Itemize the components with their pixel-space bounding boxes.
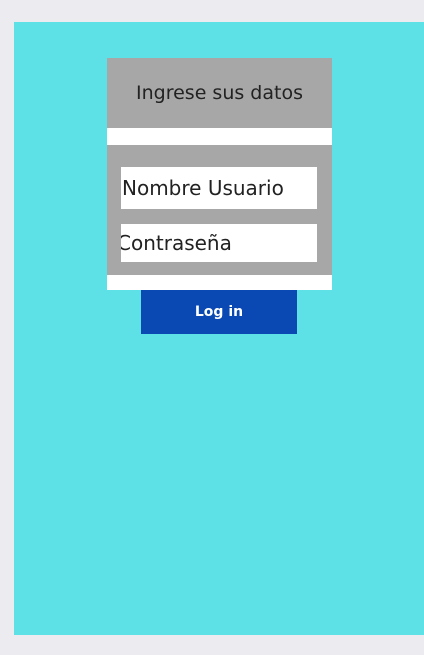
login-button[interactable]: Log in — [141, 290, 297, 334]
login-form — [107, 145, 332, 275]
login-title: Ingrese sus datos — [136, 82, 303, 104]
login-card-header: Ingrese sus datos — [107, 58, 332, 128]
login-card: Ingrese sus datos — [107, 58, 332, 290]
app-screen: Ingrese sus datos Log in — [14, 22, 424, 635]
username-input[interactable] — [121, 167, 317, 209]
password-input[interactable] — [121, 224, 317, 262]
